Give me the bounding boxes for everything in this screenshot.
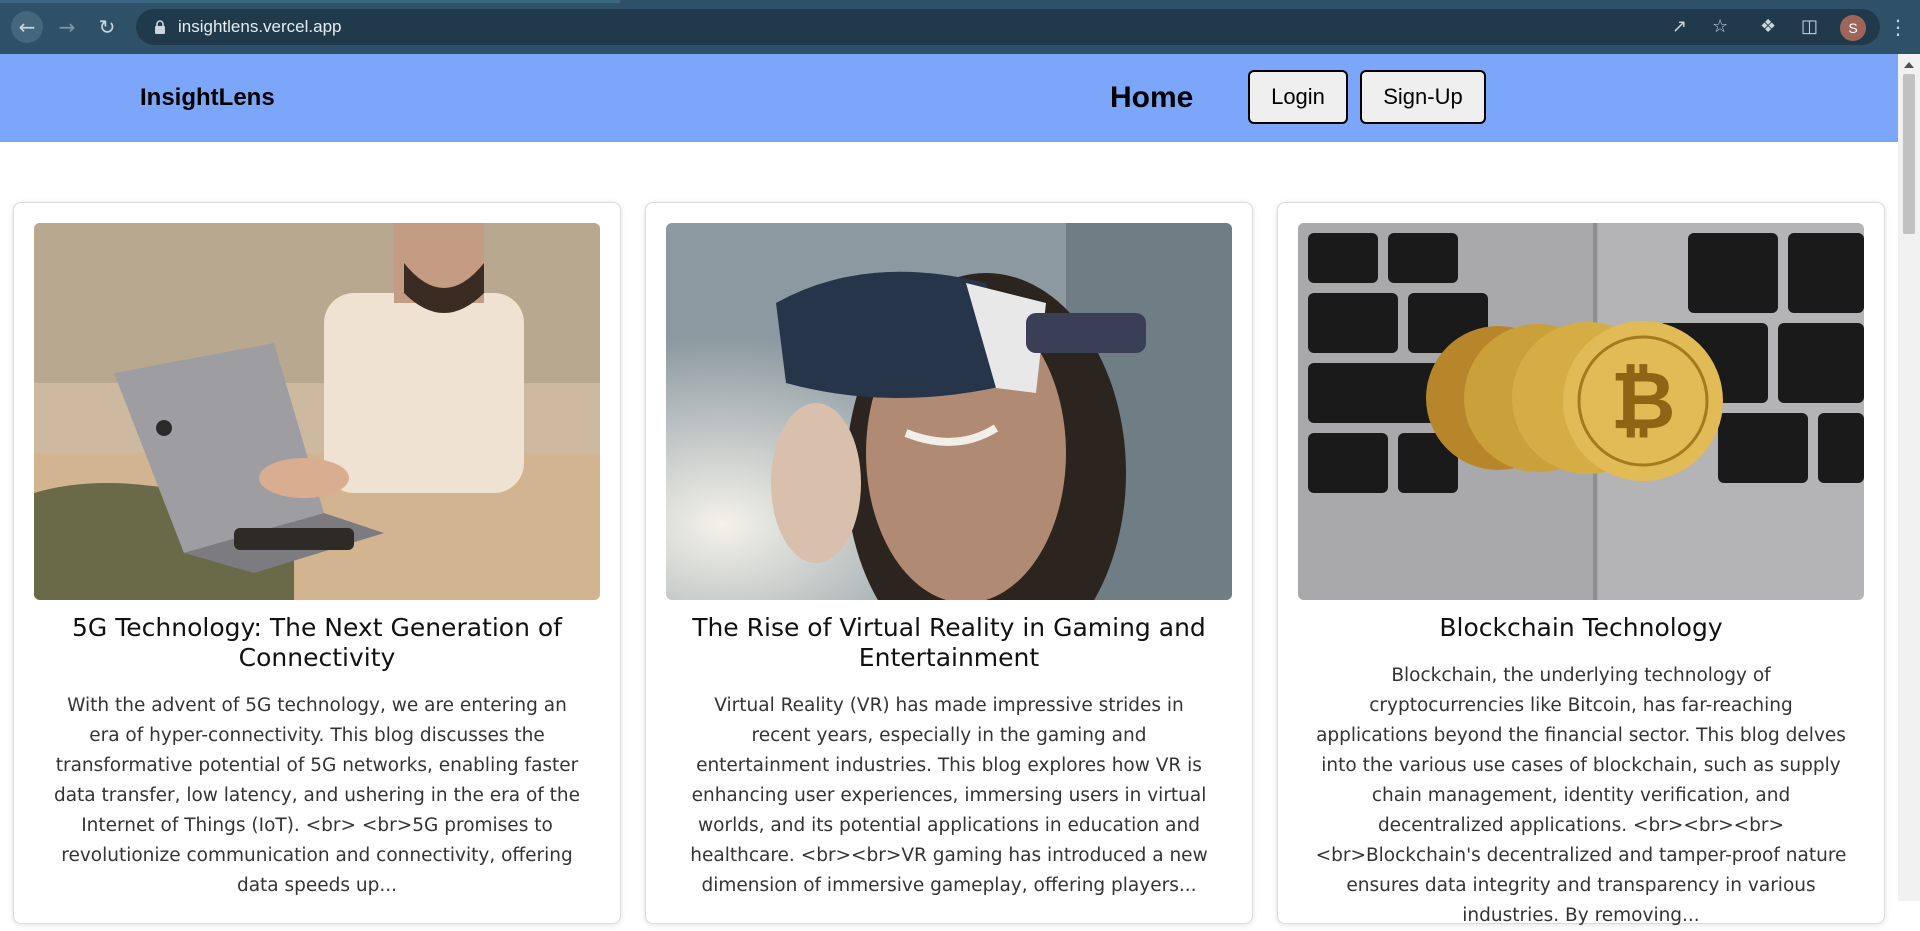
login-button[interactable]: Login	[1248, 70, 1348, 124]
extensions-icon[interactable]: ❖	[1760, 11, 1776, 43]
post-title[interactable]: The Rise of Virtual Reality in Gaming an…	[686, 613, 1212, 673]
signup-button[interactable]: Sign-Up	[1360, 70, 1486, 124]
post-excerpt: Virtual Reality (VR) has made impressive…	[690, 695, 1208, 896]
post-excerpt: Blockchain, the underlying technology of…	[1315, 665, 1847, 926]
address-bar[interactable]: insightlens.vercel.app ↗ ☆	[136, 9, 1880, 45]
browser-toolbar: ← → ↻ insightlens.vercel.app ↗ ☆ ❖ ◫ S ⋮	[0, 0, 1920, 54]
post-image-laptop[interactable]	[34, 223, 600, 600]
site-header: InsightLens Home Login Sign-Up	[0, 54, 1898, 142]
scroll-up-arrow-icon[interactable]	[1904, 62, 1914, 68]
post-image-vr-headset[interactable]	[666, 223, 1232, 600]
back-icon[interactable]: ←	[11, 11, 43, 43]
scroll-thumb[interactable]	[1903, 74, 1915, 234]
post-image-bitcoin-coins[interactable]: ₿	[1298, 223, 1864, 600]
side-panel-icon[interactable]: ◫	[1801, 11, 1818, 43]
kebab-menu-icon[interactable]: ⋮	[1888, 11, 1908, 43]
post-title[interactable]: Blockchain Technology	[1318, 613, 1844, 643]
nav-home-link[interactable]: Home	[1110, 54, 1193, 142]
forward-icon[interactable]: →	[51, 11, 83, 43]
lock-icon[interactable]	[154, 20, 166, 34]
url-text[interactable]: insightlens.vercel.app	[178, 9, 341, 45]
share-icon[interactable]: ↗	[1672, 9, 1687, 45]
page-scrollbar[interactable]	[1898, 54, 1920, 901]
post-card[interactable]: 5G Technology: The Next Generation of Co…	[13, 202, 621, 924]
profile-avatar[interactable]: S	[1840, 15, 1866, 41]
post-card[interactable]: ₿ Blockchain Technology Blockchain, the …	[1277, 202, 1885, 926]
post-excerpt: With the advent of 5G technology, we are…	[53, 695, 581, 896]
post-card[interactable]: The Rise of Virtual Reality in Gaming an…	[645, 202, 1253, 924]
active-tab-indicator	[0, 0, 620, 3]
brand-logo[interactable]: InsightLens	[140, 54, 275, 142]
post-title[interactable]: 5G Technology: The Next Generation of Co…	[54, 613, 580, 673]
bookmark-star-icon[interactable]: ☆	[1712, 9, 1728, 45]
svg-text:₿: ₿	[1610, 354, 1675, 447]
reload-icon[interactable]: ↻	[91, 11, 123, 43]
